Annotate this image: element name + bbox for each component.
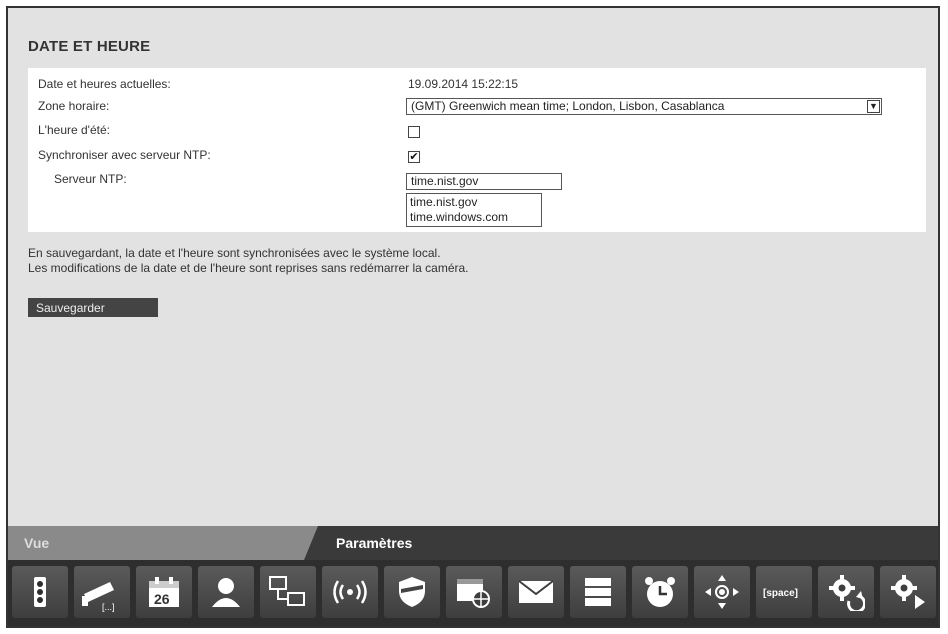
ntp-sync-checkbox[interactable]: ✔ <box>408 151 420 163</box>
svg-text:[...]: [...] <box>102 602 115 612</box>
ntp-option[interactable]: time.windows.com <box>410 210 538 225</box>
tab-parametres[interactable]: Paramètres <box>336 535 412 551</box>
info-line-1: En sauvegardant, la date et l'heure sont… <box>28 246 441 260</box>
current-datetime-label: Date et heures actuelles: <box>38 77 171 91</box>
ptz-move-icon[interactable] <box>694 566 750 618</box>
ntp-server-label: Serveur NTP: <box>54 172 127 186</box>
ntp-server-input[interactable]: time.nist.gov <box>406 173 562 190</box>
tab-vue-shape <box>8 526 318 560</box>
ntp-server-suggestions: time.nist.gov time.windows.com <box>406 193 542 227</box>
dst-checkbox[interactable] <box>408 126 420 138</box>
toolbar: [...] 26 [space] <box>8 560 938 626</box>
network-icon[interactable] <box>260 566 316 618</box>
user-icon[interactable] <box>198 566 254 618</box>
tab-bar: Vue Paramètres <box>8 526 938 560</box>
info-line-2: Les modifications de la date et de l'heu… <box>28 261 469 275</box>
space-icon[interactable]: [space] <box>756 566 812 618</box>
storage-icon[interactable] <box>570 566 626 618</box>
app-window: DATE ET HEURE Date et heures actuelles: … <box>6 6 940 628</box>
dst-label: L'heure d'été: <box>38 123 110 137</box>
ntp-option[interactable]: time.nist.gov <box>410 195 538 210</box>
page-title: DATE ET HEURE <box>28 38 151 55</box>
alarm-clock-icon[interactable] <box>632 566 688 618</box>
wireless-icon[interactable] <box>322 566 378 618</box>
svg-text:[space]: [space] <box>763 588 798 599</box>
camera-icon[interactable]: [...] <box>74 566 130 618</box>
current-datetime-value: 19.09.2014 15:22:15 <box>408 77 519 91</box>
chevron-down-icon[interactable]: ▼ <box>867 100 880 113</box>
timezone-select[interactable]: (GMT) Greenwich mean time; London, Lisbo… <box>406 98 882 115</box>
save-button[interactable]: Sauvegarder <box>28 298 158 317</box>
gear-play-icon[interactable] <box>880 566 936 618</box>
timezone-value: (GMT) Greenwich mean time; London, Lisbo… <box>411 99 725 113</box>
svg-text:26: 26 <box>154 591 170 607</box>
browser-globe-icon[interactable] <box>446 566 502 618</box>
shield-icon[interactable] <box>384 566 440 618</box>
checkmark-icon: ✔ <box>409 151 419 163</box>
settings-panel: Date et heures actuelles: 19.09.2014 15:… <box>28 68 926 232</box>
ntp-sync-label: Synchroniser avec serveur NTP: <box>38 148 211 162</box>
gear-refresh-icon[interactable] <box>818 566 874 618</box>
tab-vue[interactable]: Vue <box>8 526 318 560</box>
tab-vue-label: Vue <box>24 535 50 551</box>
mail-icon[interactable] <box>508 566 564 618</box>
traffic-light-icon[interactable] <box>12 566 68 618</box>
timezone-label: Zone horaire: <box>38 99 110 113</box>
calendar-icon[interactable]: 26 <box>136 566 192 618</box>
